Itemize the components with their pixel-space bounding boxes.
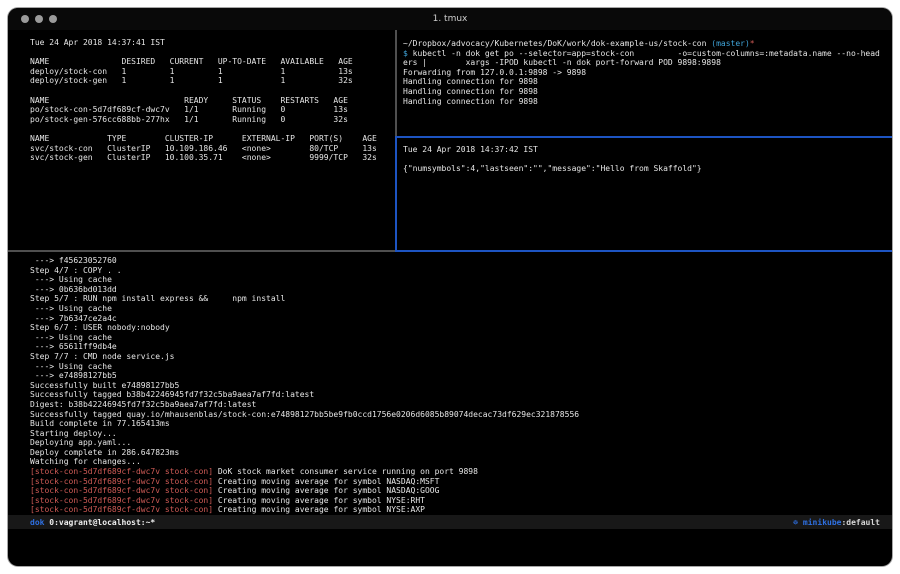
terminal-line: deploy/stock-gen 1 1 1 1 32s [30, 76, 417, 86]
terminal-line: [stock-con-5d7df689cf-dwc7v stock-con] C… [30, 477, 892, 487]
terminal-line: Digest: b38b42246945fd7f32c5ba9aea7af7fd… [30, 400, 892, 410]
terminal-line: Handling connection for 9898 [403, 87, 892, 97]
terminal-line: ---> Using cache [30, 333, 892, 343]
terminal-line: {"numsymbols":4,"lastseen":"","message":… [403, 164, 892, 174]
window-titlebar[interactable]: 1. tmux [8, 8, 892, 30]
terminal-line: ---> 7b6347ce2a4c [30, 314, 892, 324]
terminal-line: ---> 65611ff9db4e [30, 342, 892, 352]
terminal-line: NAME DESIRED CURRENT UP-TO-DATE AVAILABL… [30, 57, 417, 67]
terminal-line: NAME READY STATUS RESTARTS AGE [30, 96, 417, 106]
terminal-line: svc/stock-gen ClusterIP 10.100.35.71 <no… [30, 153, 417, 163]
terminal-line: Step 5/7 : RUN npm install express && np… [30, 294, 892, 304]
terminal-line: [stock-con-5d7df689cf-dwc7v stock-con] C… [30, 496, 892, 506]
terminal-line: Step 6/7 : USER nobody:nobody [30, 323, 892, 333]
terminal-line: ---> Using cache [30, 362, 892, 372]
terminal-line: ---> Using cache [30, 275, 892, 285]
active-pane-border-bottom[interactable] [395, 250, 892, 252]
terminal-line: [stock-con-5d7df689cf-dwc7v stock-con] C… [30, 505, 892, 515]
kube-context: minikube [798, 518, 841, 527]
zoom-button[interactable] [49, 15, 57, 23]
pane-divider-horizontal[interactable] [8, 250, 395, 252]
terminal-line: Watching for changes... [30, 457, 892, 467]
terminal-line: Successfully tagged quay.io/mhausenblas/… [30, 410, 892, 420]
terminal-line: ---> e74898127bb5 [30, 371, 892, 381]
terminal-line: ~/Dropbox/advocacy/Kubernetes/DoK/work/d… [403, 39, 892, 49]
terminal-line: ---> 0b636bd013dd [30, 285, 892, 295]
window-label: 0:vagrant@localhost:~* [44, 518, 155, 527]
traffic-light-buttons [21, 15, 57, 23]
terminal-line [403, 155, 892, 165]
terminal-line: Step 7/7 : CMD node service.js [30, 352, 892, 362]
terminal-line: Successfully built e74898127bb5 [30, 381, 892, 391]
pane-port-forward-shell[interactable]: ~/Dropbox/advocacy/Kubernetes/DoK/work/d… [397, 30, 892, 145]
close-button[interactable] [21, 15, 29, 23]
terminal-line: ---> Using cache [30, 304, 892, 314]
pane-curl-output-active[interactable]: Tue 24 Apr 2018 14:37:42 IST {"numsymbol… [397, 138, 892, 257]
terminal-line: svc/stock-con ClusterIP 10.109.186.46 <n… [30, 144, 417, 154]
window-title: 1. tmux [8, 8, 892, 30]
terminal-line: Handling connection for 9898 [403, 97, 892, 107]
terminal-line: ers | xargs -IPOD kubectl -n dok port-fo… [403, 58, 892, 68]
terminal-line: Tue 24 Apr 2018 14:37:42 IST [403, 145, 892, 155]
minimize-button[interactable] [35, 15, 43, 23]
terminal-line [30, 48, 417, 58]
terminal-line: Handling connection for 9898 [403, 77, 892, 87]
terminal-line: ---> f45623052760 [30, 256, 892, 266]
tmux-status-bar: dok 0:vagrant@localhost:~* ☸ minikube:de… [8, 515, 892, 529]
pane-divider-vertical[interactable] [395, 30, 397, 136]
active-pane-border-top[interactable] [397, 136, 892, 138]
kube-namespace: :default [841, 518, 880, 527]
active-pane-border-left[interactable] [395, 136, 397, 252]
terminal-line: Build complete in 77.165413ms [30, 419, 892, 429]
terminal-window: 1. tmux Tue 24 Apr 2018 14:37:41 IST NAM… [8, 8, 892, 566]
terminal-line: Tue 24 Apr 2018 14:37:41 IST [30, 38, 417, 48]
status-left: dok 0:vagrant@localhost:~* [30, 518, 155, 527]
session-name: dok [30, 518, 44, 527]
terminal-line: deploy/stock-con 1 1 1 1 13s [30, 67, 417, 77]
terminal-line: Forwarding from 127.0.0.1:9898 -> 9898 [403, 68, 892, 78]
terminal-line: Step 4/7 : COPY . . [30, 266, 892, 276]
terminal-line: $ kubectl -n dok get po --selector=app=s… [403, 49, 892, 59]
terminal-line: Starting deploy... [30, 429, 892, 439]
terminal-line: Successfully tagged b38b42246945fd7f32c5… [30, 390, 892, 400]
terminal-line [30, 86, 417, 96]
terminal-line: Deploying app.yaml... [30, 438, 892, 448]
pane-kubectl-watch[interactable]: Tue 24 Apr 2018 14:37:41 IST NAME DESIRE… [8, 30, 417, 258]
terminal-line [30, 124, 417, 134]
status-right: ☸ minikube:default [793, 518, 880, 527]
terminal-line: Deploy complete in 286.647823ms [30, 448, 892, 458]
pane-skaffold-build-log[interactable]: ---> f45623052760Step 4/7 : COPY . . ---… [8, 252, 892, 518]
terminal-line: po/stock-gen-576cc688bb-277hx 1/1 Runnin… [30, 115, 417, 125]
terminal-line: NAME TYPE CLUSTER-IP EXTERNAL-IP PORT(S)… [30, 134, 417, 144]
terminal-line: [stock-con-5d7df689cf-dwc7v stock-con] C… [30, 486, 892, 496]
terminal-line: [stock-con-5d7df689cf-dwc7v stock-con] D… [30, 467, 892, 477]
terminal-line: po/stock-con-5d7df689cf-dwc7v 1/1 Runnin… [30, 105, 417, 115]
